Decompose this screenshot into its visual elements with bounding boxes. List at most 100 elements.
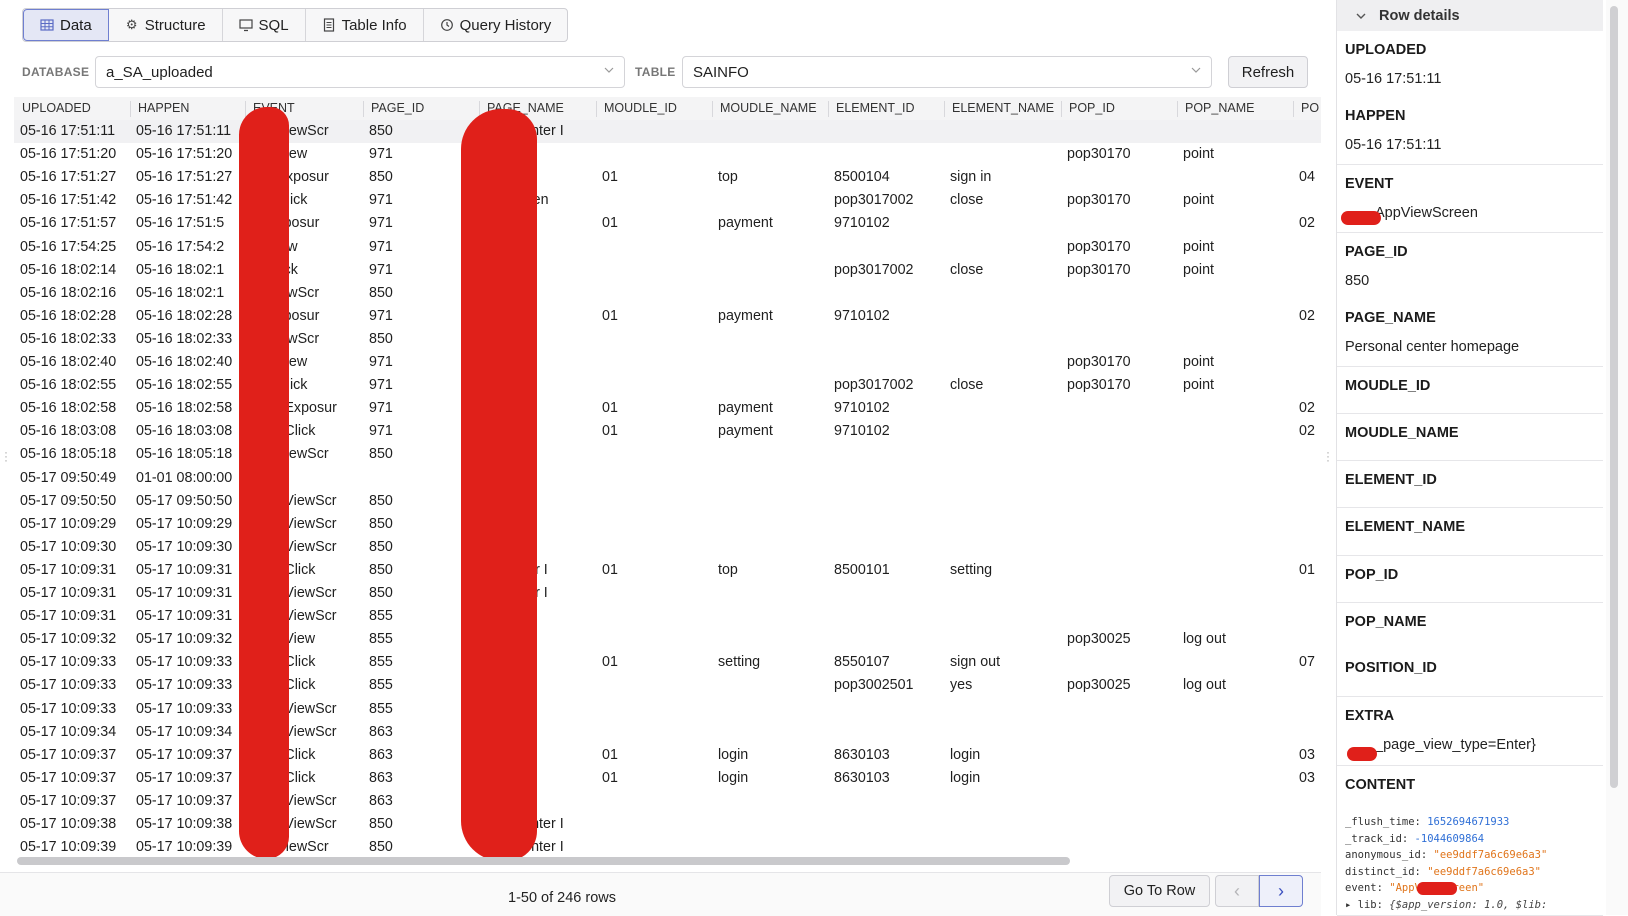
table-row[interactable]: 05-17 10:09:30 05-17 10:09:30 _AppViewScr 8… (14, 536, 1321, 559)
column-divider[interactable] (828, 101, 829, 117)
table-cell[interactable]: pop3017002 (834, 192, 946, 208)
table-cell[interactable]: 05-16 18:02:40 (136, 354, 247, 370)
table-cell[interactable]: 05-17 10:09:38 (136, 816, 247, 832)
table-cell[interactable]: yes (950, 677, 1063, 693)
column-divider[interactable] (363, 101, 364, 117)
table-cell[interactable]: 05-17 10:09:37 (20, 770, 132, 786)
table-cell[interactable]: 02 (1299, 215, 1321, 231)
column-header[interactable]: MOUDLE_NAME (720, 101, 817, 115)
table-cell[interactable]: pop30170 (1067, 354, 1179, 370)
table-cell[interactable]: pop30170 (1067, 262, 1179, 278)
table-cell[interactable]: 05-16 18:02:55 (136, 377, 247, 393)
table-cell[interactable]: log out (1183, 677, 1295, 693)
table-cell[interactable]: pop30170 (1067, 146, 1179, 162)
table-row[interactable]: 05-17 10:09:33 05-17 10:09:33 _AppViewScr 8… (14, 698, 1321, 721)
detail-field[interactable]: MOUDLE_NAME (1337, 414, 1603, 461)
table-row[interactable]: 05-16 18:05:18 05-16 18:05:18 AppViewScr 85… (14, 443, 1321, 466)
table-cell[interactable]: 05-17 10:09:33 (20, 701, 132, 717)
table-row[interactable]: 05-17 10:09:39 05-17 10:09:39 AppViewScr 85… (14, 836, 1321, 857)
column-divider[interactable] (712, 101, 713, 117)
table-cell[interactable]: 05-16 18:02:28 (136, 308, 247, 324)
table-row[interactable]: 05-17 10:09:34 05-17 10:09:34 _AppViewScr 8… (14, 721, 1321, 744)
table-cell[interactable]: 05-16 17:51:5 (136, 215, 247, 231)
detail-field[interactable]: UPLOADED 05-16 17:51:11 (1337, 31, 1603, 98)
column-divider[interactable] (1061, 101, 1062, 117)
table-cell[interactable]: pop3017002 (834, 377, 946, 393)
table-cell[interactable]: 05-17 10:09:33 (20, 654, 132, 670)
table-cell[interactable]: 05-16 17:51:11 (136, 123, 247, 139)
table-cell[interactable]: 05-17 10:09:37 (136, 770, 247, 786)
table-cell[interactable]: 01 (602, 770, 714, 786)
table-cell[interactable]: 8630103 (834, 747, 946, 763)
table-cell[interactable]: 05-16 18:02:58 (20, 400, 132, 416)
horizontal-scrollbar[interactable] (17, 857, 1070, 865)
table-cell[interactable]: log out (1183, 631, 1295, 647)
table-cell[interactable]: 05-17 10:09:37 (20, 747, 132, 763)
table-cell[interactable]: 03 (1299, 770, 1321, 786)
table-cell[interactable]: 850 (369, 839, 481, 855)
table-cell[interactable]: 05-17 10:09:33 (136, 654, 247, 670)
table-cell[interactable]: pop30170 (1067, 239, 1179, 255)
next-page-button[interactable]: › (1259, 875, 1303, 907)
table-cell[interactable]: pop30170 (1067, 192, 1179, 208)
table-cell[interactable]: 05-16 17:51:27 (20, 169, 132, 185)
table-cell[interactable]: point (1183, 377, 1295, 393)
table-cell[interactable]: 05-17 10:09:31 (136, 562, 247, 578)
table-cell[interactable]: 05-17 09:50:50 (136, 493, 247, 509)
table-cell[interactable]: 05-17 10:09:38 (20, 816, 132, 832)
table-row[interactable]: 05-17 09:50:4901-01 08:00:00pStart (14, 467, 1321, 490)
table-cell[interactable]: 9710102 (834, 308, 946, 324)
detail-field[interactable]: POSITION_ID (1337, 649, 1603, 697)
table-cell[interactable]: 05-16 18:02:1 (136, 285, 247, 301)
table-cell[interactable]: 05-16 17:51:20 (20, 146, 132, 162)
table-cell[interactable]: payment (718, 423, 830, 439)
table-cell[interactable]: pop30025 (1067, 631, 1179, 647)
table-cell[interactable]: point (1183, 262, 1295, 278)
table-cell[interactable]: close (950, 262, 1063, 278)
table-cell[interactable]: 05-16 18:05:18 (136, 446, 247, 462)
table-cell[interactable]: 05-17 10:09:31 (20, 585, 132, 601)
table-cell[interactable]: 05-16 18:03:08 (136, 423, 247, 439)
table-cell[interactable]: login (950, 747, 1063, 763)
column-header[interactable]: UPLOADED (22, 101, 91, 115)
table-cell[interactable]: 05-16 17:51:11 (20, 123, 132, 139)
table-cell[interactable]: 01 (602, 308, 714, 324)
table-row[interactable]: 05-16 18:02:58 05-16 18:02:58 _AppExposur 9… (14, 397, 1321, 420)
table-cell[interactable]: 05-17 10:09:33 (20, 677, 132, 693)
table-cell[interactable]: login (950, 770, 1063, 786)
table-cell[interactable]: 01 (1299, 562, 1321, 578)
table-row[interactable]: 05-16 18:02:4005-16 18:02:40PopView971pa… (14, 351, 1321, 374)
detail-field[interactable]: HAPPEN 05-16 17:51:11 (1337, 97, 1603, 165)
detail-field[interactable]: EXTRA _page_view_type=Enter} (1337, 697, 1603, 766)
column-header[interactable]: POP_NAME (1185, 101, 1254, 115)
table-row[interactable]: 05-17 10:09:3305-17 10:09:33_AppClick855… (14, 651, 1321, 674)
table-cell[interactable]: 05-16 18:02:16 (20, 285, 132, 301)
table-row[interactable]: 05-17 10:09:3705-17 10:09:37_AppClick863… (14, 744, 1321, 767)
table-cell[interactable]: 01 (602, 169, 714, 185)
table-cell[interactable]: 05-16 17:51:57 (20, 215, 132, 231)
table-cell[interactable]: 05-16 18:02:55 (20, 377, 132, 393)
table-cell[interactable]: 8500101 (834, 562, 946, 578)
table-cell[interactable]: 05-17 10:09:30 (20, 539, 132, 555)
table-cell[interactable]: 05-16 18:02:40 (20, 354, 132, 370)
detail-field[interactable]: POP_ID (1337, 556, 1603, 603)
table-cell[interactable]: login (718, 770, 830, 786)
table-cell[interactable]: 05-16 18:05:18 (20, 446, 132, 462)
table-cell[interactable]: 05-17 10:09:32 (20, 631, 132, 647)
table-cell[interactable]: 05-17 10:09:34 (20, 724, 132, 740)
table-cell[interactable]: 01 (602, 215, 714, 231)
table-row[interactable]: 05-16 18:02:1405-16 18:02:1opClick971aym… (14, 259, 1321, 282)
table-cell[interactable]: 9710102 (834, 400, 946, 416)
column-header[interactable]: PAGE_ID (371, 101, 424, 115)
table-cell[interactable]: 05-16 17:54:2 (136, 239, 247, 255)
table-row[interactable]: 05-17 10:09:3105-17 10:09:31_AppClick850… (14, 559, 1321, 582)
table-cell[interactable]: 02 (1299, 308, 1321, 324)
refresh-button[interactable]: Refresh (1228, 56, 1308, 88)
table-cell[interactable]: point (1183, 239, 1295, 255)
table-cell[interactable]: 05-16 18:02:33 (20, 331, 132, 347)
scrollbar-thumb[interactable] (1610, 6, 1618, 788)
table-cell[interactable]: 05-17 10:09:39 (20, 839, 132, 855)
table-row[interactable]: 05-16 18:02:2805-16 18:02:28opExposur971… (14, 305, 1321, 328)
table-cell[interactable]: 05-16 18:02:28 (20, 308, 132, 324)
table-row[interactable]: 05-16 18:02:3305-16 18:02:33ppViewScr850… (14, 328, 1321, 351)
